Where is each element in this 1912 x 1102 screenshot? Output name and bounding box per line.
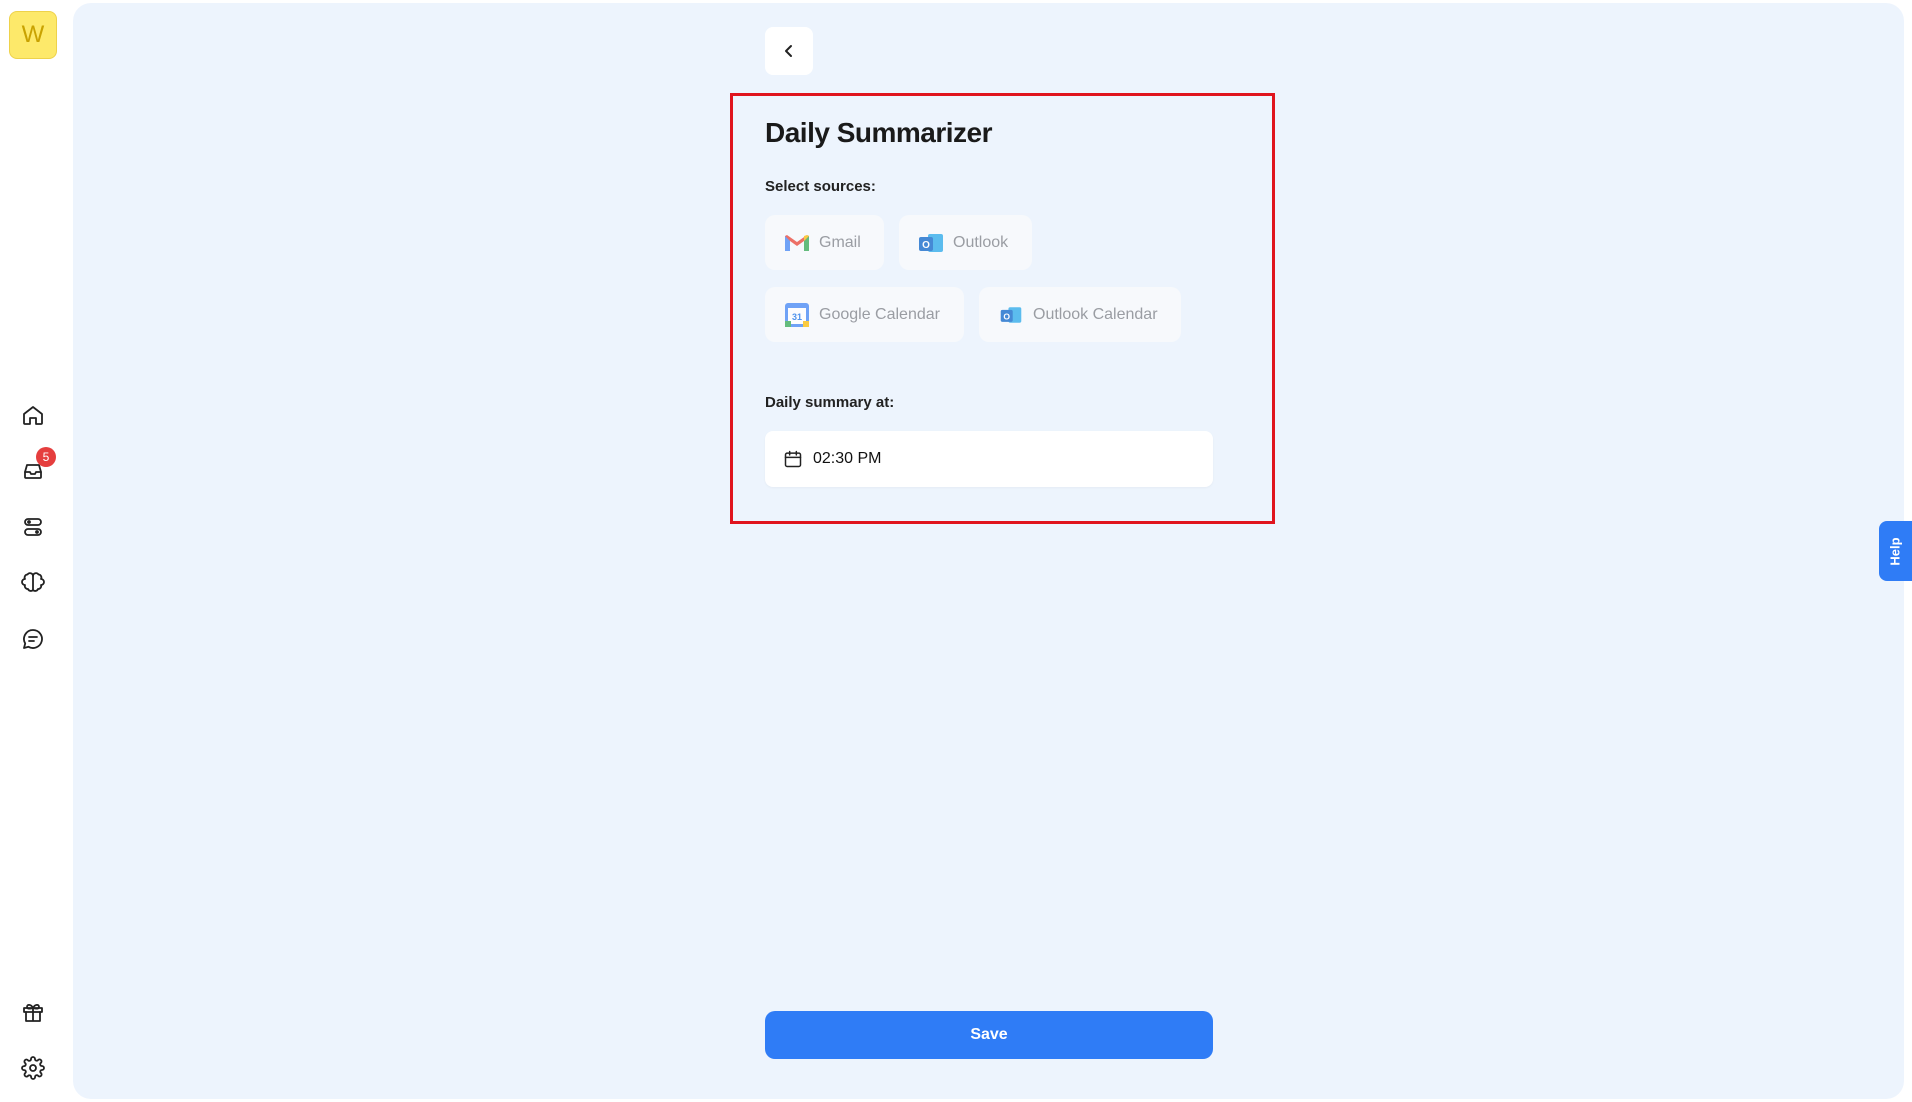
calendar-icon [784,450,802,468]
save-button[interactable]: Save [765,1011,1213,1059]
google-calendar-icon: 31 [783,301,811,329]
inbox-badge: 5 [36,447,56,467]
svg-text:O: O [922,240,930,251]
gmail-icon [783,229,811,257]
sidebar: W 5 [0,0,72,1102]
brain-icon[interactable] [18,568,48,598]
app-logo[interactable]: W [9,11,57,59]
back-button[interactable] [765,27,813,75]
source-label: Google Calendar [819,305,940,323]
summary-time-picker[interactable]: 02:30 PM [765,431,1213,487]
help-label: Help [1887,536,1903,566]
outlook-icon: O [917,229,945,257]
source-google-calendar[interactable]: 31 Google Calendar [765,287,964,342]
home-icon[interactable] [18,400,48,430]
chevron-left-icon [785,45,792,57]
source-label: Outlook [953,233,1009,251]
svg-text:31: 31 [792,312,802,322]
source-label: Gmail [819,233,861,251]
source-label: Outlook Calendar [1033,305,1158,323]
summary-time-value: 02:30 PM [813,450,882,467]
page-title: Daily Summarizer [765,117,993,148]
sources-label: Select sources: [765,178,876,195]
svg-text:O: O [1003,311,1010,321]
gift-icon[interactable] [18,997,48,1027]
summary-time-label: Daily summary at: [765,394,895,411]
gear-icon[interactable] [18,1053,48,1083]
source-outlook-calendar[interactable]: O Outlook Calendar [979,287,1181,342]
source-outlook[interactable]: O Outlook [899,215,1032,270]
chat-icon[interactable] [18,624,48,654]
outlook-calendar-icon: O [997,301,1025,329]
apps-icon[interactable] [18,512,48,542]
source-gmail[interactable]: Gmail [765,215,884,270]
help-button[interactable]: Help [1879,521,1912,581]
